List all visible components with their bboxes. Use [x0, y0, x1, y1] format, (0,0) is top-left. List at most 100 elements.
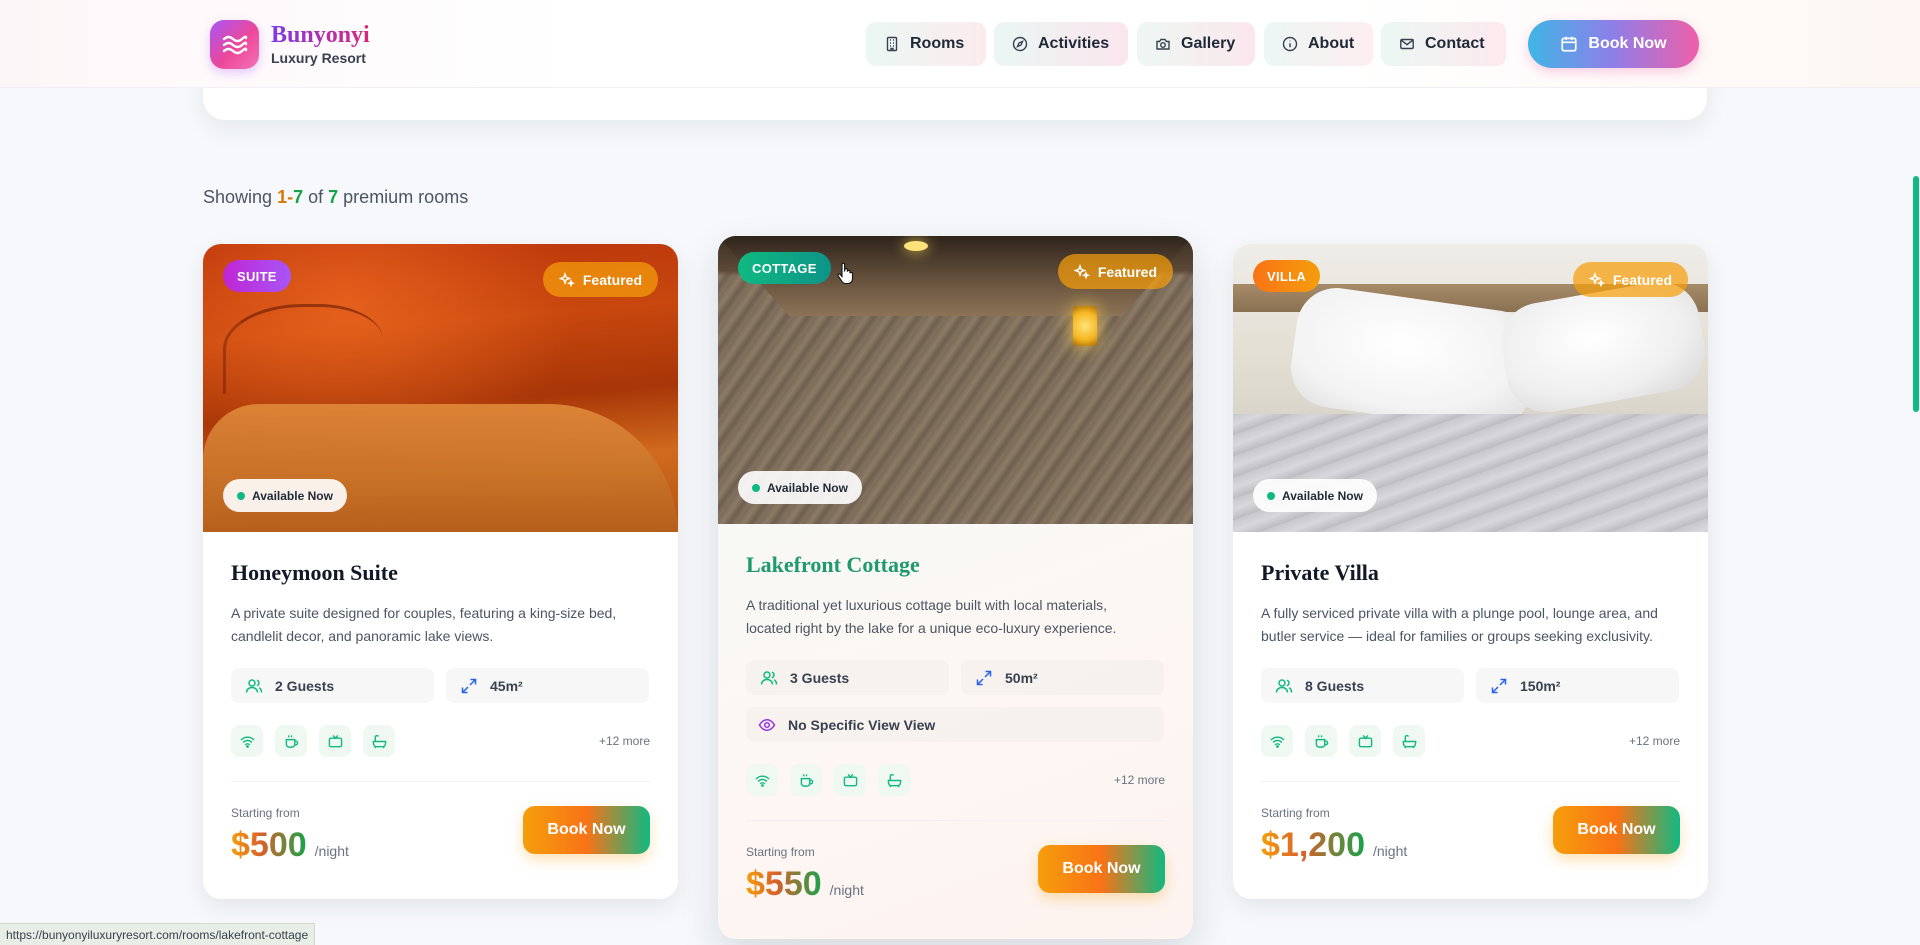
site-header: Bunyonyi Luxury Resort Rooms Activities … [0, 0, 1920, 88]
bath-icon [1402, 734, 1416, 748]
image-sheet [1233, 414, 1708, 532]
featured-label: Featured [582, 271, 642, 288]
scrollbar-thumb[interactable] [1913, 176, 1919, 412]
hand-cursor-icon [837, 262, 854, 284]
nav-about[interactable]: About [1264, 22, 1373, 66]
guests-stat: 8 Guests [1261, 668, 1464, 703]
results-suffix: premium rooms [343, 187, 469, 207]
users-icon [245, 678, 263, 693]
per-night-label: /night [1373, 843, 1408, 859]
nav-gallery[interactable]: Gallery [1137, 22, 1255, 66]
bath-icon [887, 773, 901, 787]
room-description: A private suite designed for couples, fe… [231, 605, 617, 644]
room-image[interactable]: SUITE Featured Available Now [203, 244, 678, 532]
more-amenities[interactable]: +12 more [1629, 734, 1680, 748]
per-night-label: /night [829, 882, 864, 898]
featured-badge: Featured [1057, 254, 1173, 289]
waves-icon [222, 35, 247, 54]
results-count: Showing 1-7 of 7 premium rooms [203, 187, 468, 208]
amenity-bath [878, 764, 910, 796]
amenities-row: +12 more [746, 764, 1165, 796]
amenity-coffee [275, 725, 307, 757]
wifi-icon [1270, 736, 1284, 748]
divider [231, 781, 650, 782]
book-now-button[interactable]: Book Now [1553, 806, 1680, 854]
nav-activities-label: Activities [1038, 35, 1110, 52]
room-title[interactable]: Private Villa [1261, 560, 1680, 586]
image-branch-decor [223, 304, 383, 394]
divider [1261, 781, 1680, 782]
amenity-bath [1393, 725, 1425, 757]
room-title[interactable]: Honeymoon Suite [231, 560, 650, 586]
nav-rooms-label: Rooms [910, 35, 965, 52]
availability-dot [237, 491, 245, 500]
camera-icon [1156, 38, 1170, 50]
nav-contact-label: Contact [1425, 35, 1485, 52]
mail-icon [1400, 38, 1414, 50]
guests-stat: 2 Guests [231, 668, 434, 703]
amenity-coffee [790, 764, 822, 796]
nav-activities[interactable]: Activities [994, 22, 1128, 66]
expand-icon [461, 678, 477, 693]
bath-icon [372, 734, 386, 748]
amenity-wifi [746, 764, 778, 796]
divider [746, 820, 1165, 821]
status-bar-url: https://bunyonyiluxuryresort.com/rooms/l… [0, 923, 316, 945]
info-icon [1282, 36, 1298, 52]
availability-badge: Available Now [1253, 479, 1377, 512]
room-type-badge: SUITE [223, 260, 291, 292]
amenity-tv [834, 764, 866, 796]
guests-label: 2 Guests [275, 677, 335, 694]
room-image[interactable]: COTTAGE Featured Available Now [718, 236, 1193, 524]
results-of: of [308, 187, 324, 207]
image-bed [203, 404, 678, 532]
room-stats: 3 Guests 50m² [746, 660, 1165, 695]
room-card-lakefront-cottage[interactable]: COTTAGE Featured Available Now Lakefront… [718, 236, 1193, 939]
price-value: $500 [231, 826, 307, 864]
view-stat: No Specific View View [746, 707, 1164, 742]
price-row: Starting from $1,200 /night Book Now [1261, 806, 1680, 866]
room-title[interactable]: Lakefront Cottage [746, 552, 1165, 578]
price-row: Starting from $550 /night Book Now [746, 845, 1165, 905]
featured-label: Featured [1097, 263, 1157, 280]
featured-badge: Featured [1572, 262, 1688, 297]
coffee-icon [1315, 734, 1328, 748]
eye-icon [758, 718, 776, 731]
results-range-start: 1 [277, 187, 288, 207]
logo-mark[interactable] [210, 20, 259, 69]
size-stat: 45m² [446, 668, 649, 703]
room-stats: 2 Guests 45m² [231, 668, 650, 703]
room-card-honeymoon-suite[interactable]: SUITE Featured Available Now Honeymoon S… [203, 244, 678, 899]
results-prefix: Showing [203, 187, 273, 207]
brand-name[interactable]: Bunyonyi [271, 22, 370, 49]
coffee-icon [800, 773, 813, 787]
availability-dot [752, 483, 760, 492]
guests-label: 8 Guests [1305, 677, 1365, 694]
size-label: 50m² [1005, 669, 1038, 686]
room-card-private-villa[interactable]: VILLA Featured Available Now Private Vil… [1233, 244, 1708, 899]
room-card-body: Honeymoon Suite A private suite designed… [231, 560, 650, 866]
results-range-end: 7 [293, 187, 304, 207]
featured-label: Featured [1612, 271, 1672, 288]
tv-icon [843, 773, 857, 786]
guests-label: 3 Guests [790, 669, 850, 686]
nav-rooms[interactable]: Rooms [866, 22, 986, 66]
sparkles-icon [1588, 271, 1605, 287]
price-row: Starting from $500 /night Book Now [231, 806, 650, 866]
header-book-now-button[interactable]: Book Now [1528, 20, 1699, 68]
more-amenities[interactable]: +12 more [1114, 773, 1165, 787]
header-book-now-label: Book Now [1588, 35, 1667, 52]
amenity-tv [1349, 725, 1381, 757]
room-image[interactable]: VILLA Featured Available Now [1233, 244, 1708, 532]
more-amenities[interactable]: +12 more [599, 734, 650, 748]
availability-label: Available Now [252, 488, 333, 503]
page-scrollbar[interactable] [1912, 0, 1920, 945]
book-now-button[interactable]: Book Now [1038, 845, 1165, 893]
nav-contact[interactable]: Contact [1381, 22, 1506, 66]
room-card-body: Lakefront Cottage A traditional yet luxu… [746, 552, 1165, 905]
results-total: 7 [328, 187, 339, 207]
room-description: A traditional yet luxurious cottage buil… [746, 597, 1117, 636]
amenity-tv [319, 725, 351, 757]
expand-icon [976, 670, 992, 685]
book-now-button[interactable]: Book Now [523, 806, 650, 854]
